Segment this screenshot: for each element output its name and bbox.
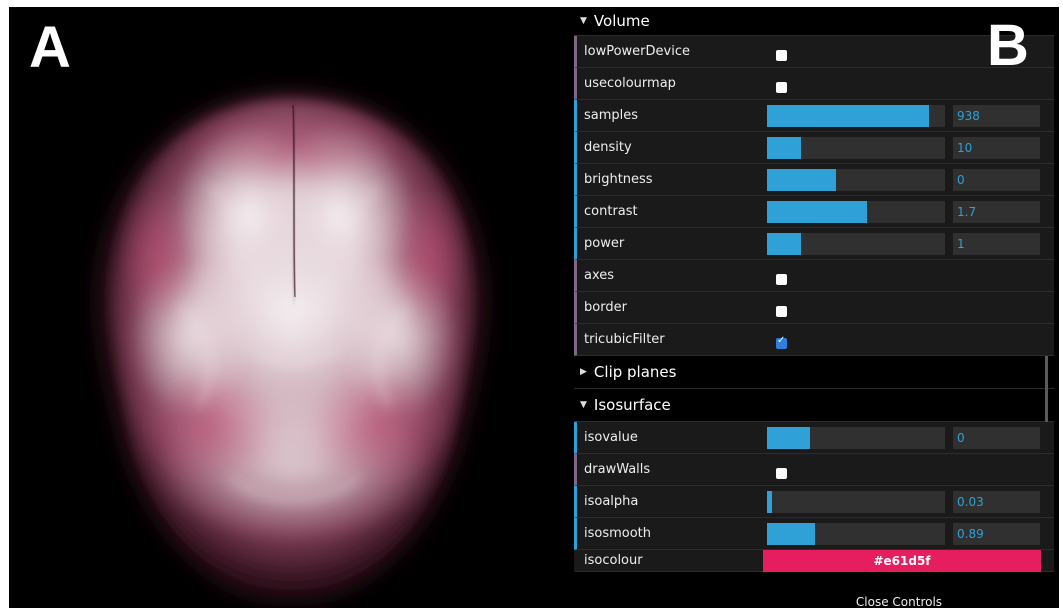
density-slider[interactable] [767, 137, 945, 159]
folder-title: Isosurface [593, 396, 671, 414]
control-label: tricubicFilter [584, 332, 665, 347]
slider-fill [767, 169, 837, 191]
slider-fill [767, 491, 773, 513]
controls-panel: ▼ Volume lowPowerDevice usecolourmap sam… [574, 7, 1054, 608]
control-label: axes [584, 268, 615, 283]
control-label: isocolour [584, 553, 643, 568]
isovalue-slider[interactable] [767, 427, 945, 449]
caret-down-icon: ▼ [580, 16, 587, 26]
control-isoalpha: isoalpha 0.03 [574, 486, 1054, 518]
slider-fill [767, 201, 867, 223]
isovalue-input[interactable]: 0 [953, 427, 1040, 449]
caret-right-icon: ▶ [580, 367, 587, 377]
control-label: contrast [584, 204, 638, 219]
panel-label-b: B [987, 13, 1029, 78]
drawwalls-checkbox[interactable] [776, 468, 787, 479]
density-input[interactable]: 10 [953, 137, 1040, 159]
figure-canvas: A B ▼ Volume lowPowerDevice usecolourmap… [9, 7, 1059, 608]
control-axes: axes [574, 260, 1054, 292]
control-usecolourmap: usecolourmap [574, 68, 1054, 100]
slider-fill [767, 523, 816, 545]
isoalpha-slider[interactable] [767, 491, 945, 513]
power-input[interactable]: 1 [953, 233, 1040, 255]
folder-volume[interactable]: ▼ Volume [574, 7, 1054, 36]
isosmooth-input[interactable]: 0.89 [953, 523, 1040, 545]
control-power: power 1 [574, 228, 1054, 260]
control-isosmooth: isosmooth 0.89 [574, 518, 1054, 550]
power-slider[interactable] [767, 233, 945, 255]
isoalpha-input[interactable]: 0.03 [953, 491, 1040, 513]
control-label: isovalue [584, 430, 638, 445]
control-tricubicfilter: tricubicFilter [574, 324, 1054, 356]
control-label: power [584, 236, 625, 251]
control-isovalue: isovalue 0 [574, 422, 1054, 454]
folder-isosurface[interactable]: ▼ Isosurface [574, 389, 1054, 422]
control-isocolour: isocolour #e61d5f [574, 550, 1054, 572]
control-contrast: contrast 1.7 [574, 196, 1054, 228]
border-checkbox[interactable] [776, 306, 787, 317]
control-drawwalls: drawWalls [574, 454, 1054, 486]
slider-fill [767, 233, 801, 255]
slider-fill [767, 137, 801, 159]
usecolourmap-checkbox[interactable] [776, 82, 787, 93]
control-label: lowPowerDevice [584, 44, 690, 59]
tricubicfilter-checkbox[interactable] [776, 335, 787, 349]
contrast-input[interactable]: 1.7 [953, 201, 1040, 223]
samples-slider[interactable] [767, 105, 945, 127]
control-density: density 10 [574, 132, 1054, 164]
isosmooth-slider[interactable] [767, 523, 945, 545]
control-label: isosmooth [584, 526, 652, 541]
brain-volume-render [97, 91, 486, 599]
contrast-slider[interactable] [767, 201, 945, 223]
samples-input[interactable]: 938 [953, 105, 1040, 127]
slider-fill [767, 427, 810, 449]
brightness-slider[interactable] [767, 169, 945, 191]
control-label: border [584, 300, 627, 315]
control-label: usecolourmap [584, 76, 676, 91]
control-label: drawWalls [584, 462, 651, 477]
control-border: border [574, 292, 1054, 324]
axes-checkbox[interactable] [776, 274, 787, 285]
lowpowerdevice-checkbox[interactable] [776, 50, 787, 61]
control-label: density [584, 140, 632, 155]
isocolour-swatch[interactable]: #e61d5f [763, 550, 1041, 572]
folder-title: Volume [593, 12, 650, 30]
control-label: isoalpha [584, 494, 639, 509]
folder-clip-planes[interactable]: ▶ Clip planes [574, 356, 1054, 389]
caret-down-icon: ▼ [580, 400, 587, 410]
control-lowpowerdevice: lowPowerDevice [574, 36, 1054, 68]
control-label: brightness [584, 172, 653, 187]
control-brightness: brightness 0 [574, 164, 1054, 196]
slider-fill [767, 105, 929, 127]
folder-title: Clip planes [593, 363, 677, 381]
control-samples: samples 938 [574, 100, 1054, 132]
control-label: samples [584, 108, 639, 123]
brightness-input[interactable]: 0 [953, 169, 1040, 191]
close-controls-button[interactable]: Close Controls [760, 595, 1038, 608]
volume-render-viewport[interactable] [9, 7, 574, 608]
